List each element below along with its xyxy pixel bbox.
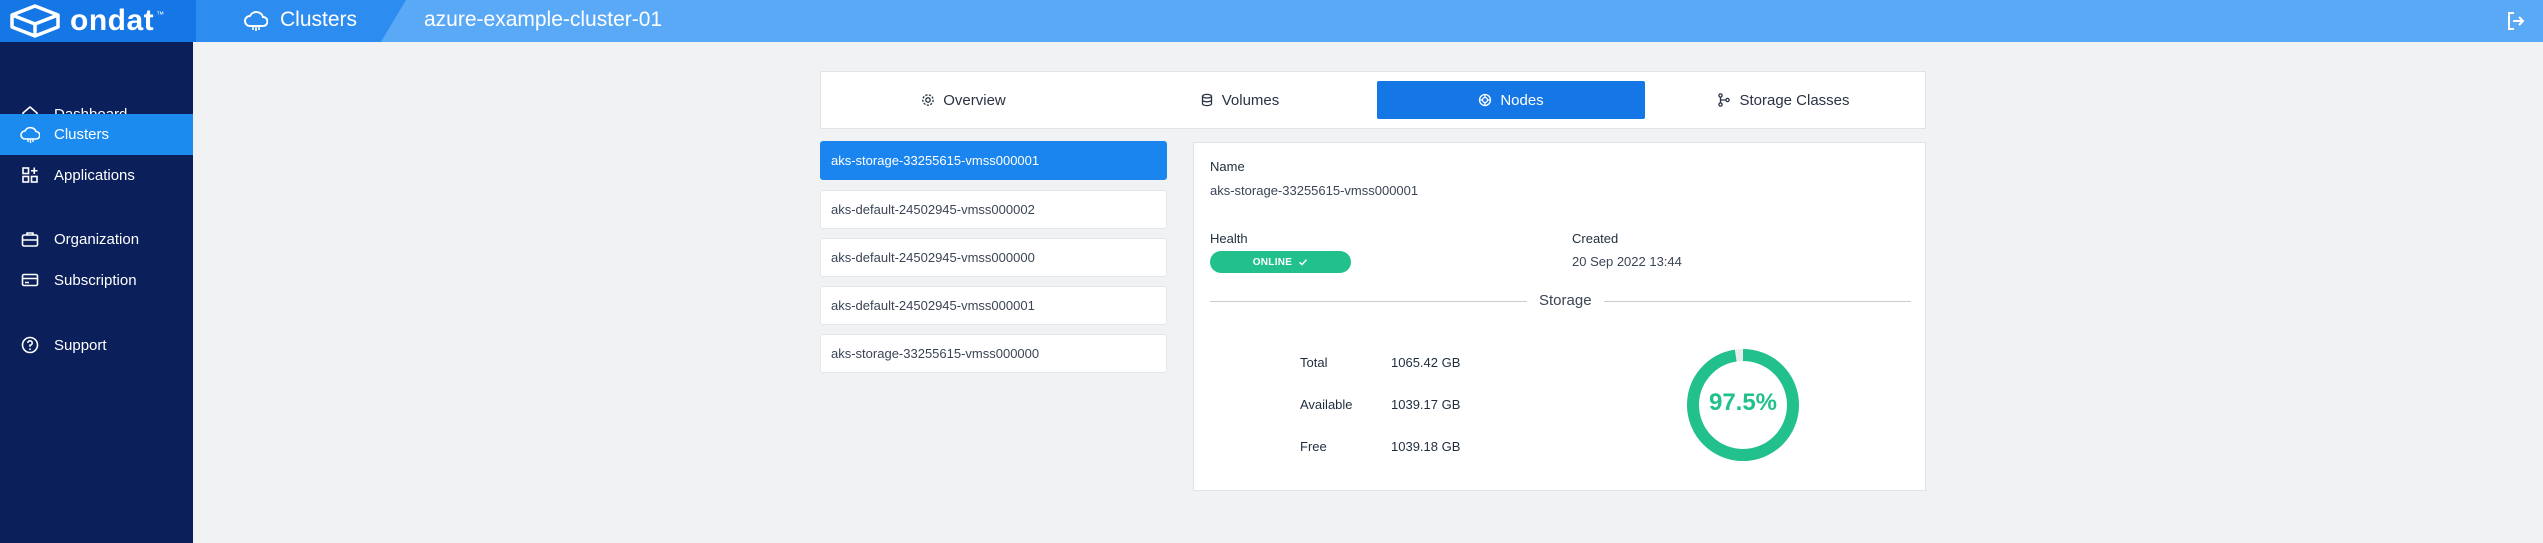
node-name: aks-storage-33255615-vmss000000	[831, 346, 1040, 361]
sidebar-item-applications[interactable]: Applications	[0, 155, 193, 195]
stat-available-label: Available	[1300, 397, 1353, 412]
help-circle-icon	[21, 336, 39, 354]
node-list-item[interactable]: aks-storage-33255615-vmss000000	[820, 334, 1167, 373]
sidebar-item-subscription[interactable]: Subscription	[0, 260, 193, 300]
tab-overview[interactable]: Overview	[831, 81, 1096, 119]
storage-section-title: Storage	[1533, 292, 1598, 309]
node-name: aks-storage-33255615-vmss000001	[831, 153, 1040, 168]
database-icon	[1201, 93, 1212, 107]
logout-icon[interactable]	[2505, 10, 2527, 32]
tab-label: Overview	[943, 91, 1006, 109]
tab-volumes[interactable]: Volumes	[1107, 81, 1372, 119]
tab-storage-classes[interactable]: Storage Classes	[1651, 81, 1916, 119]
sidebar-item-label: Organization	[54, 230, 140, 248]
stat-free-label: Free	[1300, 439, 1327, 454]
node-name: aks-default-24502945-vmss000002	[831, 202, 1035, 217]
node-icon	[1479, 93, 1492, 107]
brand-tm: ™	[156, 9, 165, 19]
sidebar-item-label: Support	[54, 336, 107, 354]
node-list-item[interactable]: aks-default-24502945-vmss000000	[820, 238, 1167, 277]
sidebar-item-clusters[interactable]: Clusters	[0, 114, 193, 155]
created-value: 20 Sep 2022 13:44	[1572, 254, 1682, 269]
node-list-item[interactable]: aks-default-24502945-vmss000001	[820, 286, 1167, 325]
page-title: azure-example-cluster-01	[424, 8, 663, 31]
divider	[1604, 301, 1911, 302]
brand-name: ondat	[70, 4, 155, 37]
sidebar-item-label: Subscription	[54, 271, 137, 289]
stat-total-label: Total	[1300, 355, 1328, 370]
top-bar: ondat ™ Clusters azure-example-cluster-0…	[0, 0, 2543, 42]
briefcase-icon	[21, 232, 39, 247]
settings-icon	[922, 94, 935, 106]
tab-bar: Overview Volumes Nodes Storage Classes	[820, 71, 1926, 129]
node-detail-panel: Name aks-storage-33255615-vmss000001 Hea…	[1193, 142, 1926, 491]
created-label: Created	[1572, 231, 1619, 246]
tab-label: Storage Classes	[1739, 91, 1850, 109]
tab-nodes[interactable]: Nodes	[1377, 81, 1645, 119]
sidebar-item-label: Clusters	[54, 126, 110, 143]
node-list-item[interactable]: aks-default-24502945-vmss000002	[820, 190, 1167, 229]
sidebar-item-organization[interactable]: Organization	[0, 219, 193, 259]
name-value: aks-storage-33255615-vmss000001	[1210, 183, 1419, 198]
tab-label: Volumes	[1221, 91, 1280, 109]
sidebar-item-label: Applications	[54, 166, 135, 184]
apps-icon	[22, 167, 38, 183]
share-icon	[1718, 93, 1731, 107]
storage-usage-percent: 97.5%	[1708, 389, 1778, 416]
brand-logo[interactable]: ondat ™	[0, 0, 196, 42]
sidebar-item-support[interactable]: Support	[0, 325, 193, 365]
tab-label: Nodes	[1500, 91, 1544, 109]
sidebar: Dashboard Clusters Applications Organiza…	[0, 42, 193, 543]
health-label: Health	[1210, 231, 1248, 246]
node-name: aks-default-24502945-vmss000001	[831, 298, 1035, 313]
stat-available-value: 1039.17 GB	[1391, 397, 1461, 412]
node-name: aks-default-24502945-vmss000000	[831, 250, 1035, 265]
cloud-icon	[20, 126, 40, 143]
ondat-logo-icon	[10, 4, 60, 38]
cloud-icon	[244, 11, 268, 31]
stat-free-value: 1039.18 GB	[1391, 439, 1461, 454]
status-badge-label: ONLINE	[1252, 256, 1293, 268]
stat-total-value: 1065.42 GB	[1391, 355, 1461, 370]
name-label: Name	[1210, 159, 1245, 174]
credit-card-icon	[21, 273, 39, 287]
node-list-item[interactable]: aks-storage-33255615-vmss000001	[820, 141, 1167, 180]
breadcrumb-label[interactable]: Clusters	[280, 8, 357, 32]
status-badge: ONLINE	[1210, 251, 1351, 273]
divider	[1210, 301, 1527, 302]
check-icon	[1299, 259, 1308, 266]
